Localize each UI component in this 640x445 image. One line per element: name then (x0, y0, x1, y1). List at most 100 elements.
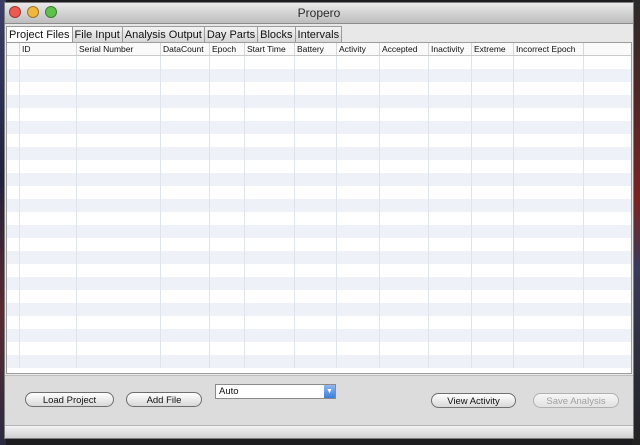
table-cell[interactable] (380, 264, 429, 277)
table-cell[interactable] (77, 147, 161, 160)
table-cell[interactable] (337, 173, 380, 186)
table-cell[interactable] (20, 342, 77, 355)
table-row[interactable] (7, 95, 631, 108)
table-cell[interactable] (584, 264, 631, 277)
table-cell[interactable] (584, 82, 631, 95)
table-body[interactable] (7, 56, 631, 368)
table-cell[interactable] (245, 355, 295, 368)
table-row[interactable] (7, 264, 631, 277)
table-row[interactable] (7, 329, 631, 342)
table-cell[interactable] (295, 147, 337, 160)
table-cell[interactable] (337, 121, 380, 134)
column-header-battery[interactable]: Battery (295, 43, 337, 55)
table-cell[interactable] (337, 342, 380, 355)
table-cell[interactable] (337, 82, 380, 95)
table-cell[interactable] (472, 82, 514, 95)
table-cell[interactable] (429, 147, 472, 160)
table-cell[interactable] (337, 212, 380, 225)
table-cell[interactable] (514, 121, 584, 134)
table-cell[interactable] (472, 56, 514, 69)
table-cell[interactable] (295, 199, 337, 212)
table-cell[interactable] (210, 329, 245, 342)
table-cell[interactable] (584, 147, 631, 160)
table-cell[interactable] (7, 199, 20, 212)
table-cell[interactable] (7, 56, 20, 69)
table-cell[interactable] (380, 173, 429, 186)
table-cell[interactable] (20, 69, 77, 82)
table-cell[interactable] (380, 251, 429, 264)
table-cell[interactable] (77, 290, 161, 303)
table-cell[interactable] (472, 316, 514, 329)
table-row[interactable] (7, 355, 631, 368)
table-cell[interactable] (380, 121, 429, 134)
table-cell[interactable] (77, 264, 161, 277)
table-cell[interactable] (161, 303, 210, 316)
table-cell[interactable] (161, 69, 210, 82)
table-cell[interactable] (584, 355, 631, 368)
table-cell[interactable] (337, 264, 380, 277)
table-cell[interactable] (77, 186, 161, 199)
table-cell[interactable] (161, 212, 210, 225)
table-cell[interactable] (514, 290, 584, 303)
load-project-button[interactable]: Load Project (25, 392, 114, 407)
table-cell[interactable] (161, 264, 210, 277)
table-cell[interactable] (584, 316, 631, 329)
table-cell[interactable] (161, 238, 210, 251)
table-cell[interactable] (472, 186, 514, 199)
table-cell[interactable] (472, 121, 514, 134)
table-row[interactable] (7, 238, 631, 251)
table-cell[interactable] (245, 56, 295, 69)
table-cell[interactable] (7, 160, 20, 173)
table-cell[interactable] (514, 186, 584, 199)
table-cell[interactable] (245, 238, 295, 251)
table-cell[interactable] (472, 303, 514, 316)
table-cell[interactable] (7, 69, 20, 82)
table-cell[interactable] (210, 134, 245, 147)
table-cell[interactable] (337, 186, 380, 199)
table-cell[interactable] (295, 303, 337, 316)
title-bar[interactable]: Propero (5, 3, 633, 24)
table-cell[interactable] (245, 329, 295, 342)
view-activity-button[interactable]: View Activity (431, 393, 516, 408)
table-cell[interactable] (245, 199, 295, 212)
table-cell[interactable] (210, 160, 245, 173)
table-cell[interactable] (380, 316, 429, 329)
table-cell[interactable] (245, 225, 295, 238)
tab-day-parts[interactable]: Day Parts (203, 26, 259, 42)
table-cell[interactable] (337, 95, 380, 108)
table-row[interactable] (7, 121, 631, 134)
table-cell[interactable] (210, 342, 245, 355)
table-cell[interactable] (514, 355, 584, 368)
table-cell[interactable] (77, 342, 161, 355)
table-cell[interactable] (77, 329, 161, 342)
table-cell[interactable] (380, 134, 429, 147)
table-cell[interactable] (337, 108, 380, 121)
table-cell[interactable] (77, 69, 161, 82)
table-cell[interactable] (429, 199, 472, 212)
table-cell[interactable] (210, 82, 245, 95)
table-cell[interactable] (295, 121, 337, 134)
table-cell[interactable] (380, 290, 429, 303)
table-cell[interactable] (161, 316, 210, 329)
table-row[interactable] (7, 160, 631, 173)
table-cell[interactable] (7, 316, 20, 329)
table-cell[interactable] (337, 251, 380, 264)
table-cell[interactable] (337, 134, 380, 147)
table-cell[interactable] (514, 160, 584, 173)
table-row[interactable] (7, 82, 631, 95)
table-cell[interactable] (161, 160, 210, 173)
table-cell[interactable] (584, 303, 631, 316)
table-row[interactable] (7, 342, 631, 355)
table-cell[interactable] (295, 69, 337, 82)
table-cell[interactable] (77, 82, 161, 95)
table-cell[interactable] (429, 82, 472, 95)
table-cell[interactable] (514, 251, 584, 264)
table-cell[interactable] (245, 264, 295, 277)
table-cell[interactable] (472, 355, 514, 368)
table-cell[interactable] (245, 186, 295, 199)
table-cell[interactable] (472, 134, 514, 147)
table-cell[interactable] (429, 56, 472, 69)
table-cell[interactable] (77, 251, 161, 264)
table-row[interactable] (7, 173, 631, 186)
table-cell[interactable] (7, 303, 20, 316)
